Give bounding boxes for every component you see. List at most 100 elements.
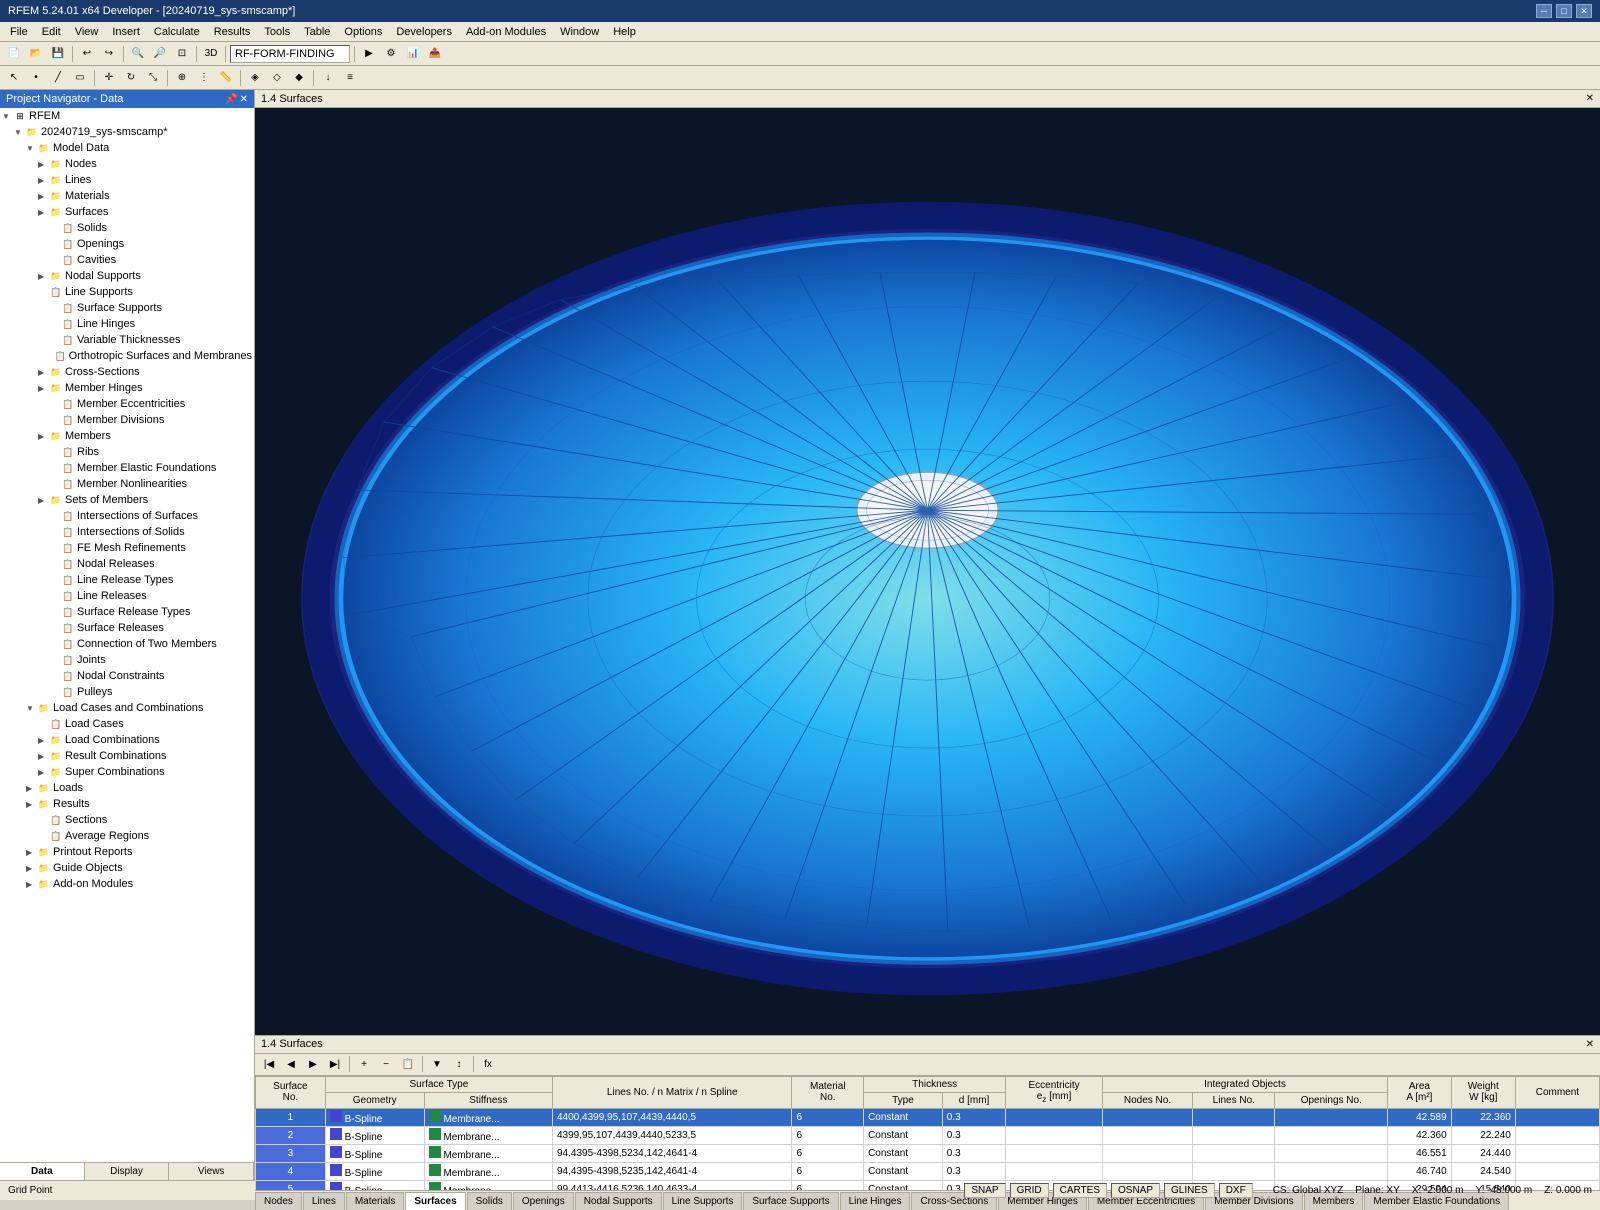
menu-addon[interactable]: Add-on Modules bbox=[460, 24, 552, 40]
nav-tab-data[interactable]: Data bbox=[0, 1163, 85, 1180]
status-snap[interactable]: SNAP bbox=[964, 1183, 1005, 1198]
status-dxf[interactable]: DXF bbox=[1219, 1183, 1253, 1198]
tree-item-surface-supports[interactable]: 📋Surface Supports bbox=[0, 300, 254, 316]
expand-icon-add-on-modules[interactable]: ▶ bbox=[26, 880, 36, 889]
nav-close-button[interactable]: ✕ bbox=[240, 94, 248, 105]
status-cartes[interactable]: CARTES bbox=[1053, 1183, 1107, 1198]
tree-item-member-nonlinearities[interactable]: 📋Member Nonlinearities bbox=[0, 476, 254, 492]
expand-icon-member-hinges[interactable]: ▶ bbox=[38, 384, 48, 393]
status-grid[interactable]: GRID bbox=[1010, 1183, 1049, 1198]
tree-item-member-hinges[interactable]: ▶📁Member Hinges bbox=[0, 380, 254, 396]
menu-results[interactable]: Results bbox=[208, 24, 257, 40]
tree-item-loads[interactable]: ▶📁Loads bbox=[0, 780, 254, 796]
tb-settings[interactable]: ⚙ bbox=[381, 44, 401, 64]
tree-item-members[interactable]: ▶📁Members bbox=[0, 428, 254, 444]
tb-new[interactable]: 📄 bbox=[4, 44, 24, 64]
tree-item-connection-two[interactable]: 📋Connection of Two Members bbox=[0, 636, 254, 652]
tb2-result[interactable]: ≡ bbox=[340, 68, 360, 88]
expand-icon-result-combinations[interactable]: ▶ bbox=[38, 752, 48, 761]
bottom-tab-openings[interactable]: Openings bbox=[513, 1192, 574, 1210]
ttb-last[interactable]: ▶| bbox=[325, 1054, 345, 1074]
tree-item-load-cases-comb[interactable]: ▼📁Load Cases and Combinations bbox=[0, 700, 254, 716]
ttb-fx[interactable]: fx bbox=[478, 1054, 498, 1074]
tree-item-solids[interactable]: 📋Solids bbox=[0, 220, 254, 236]
tree-item-openings[interactable]: 📋Openings bbox=[0, 236, 254, 252]
expand-icon-load-cases-comb[interactable]: ▼ bbox=[26, 704, 36, 713]
tree-item-cross-sections[interactable]: ▶📁Cross-Sections bbox=[0, 364, 254, 380]
tb2-move[interactable]: ✛ bbox=[99, 68, 119, 88]
expand-icon-materials[interactable]: ▶ bbox=[38, 192, 48, 201]
menu-options[interactable]: Options bbox=[338, 24, 388, 40]
tb-run[interactable]: ▶ bbox=[359, 44, 379, 64]
tb2-load[interactable]: ↓ bbox=[318, 68, 338, 88]
tree-item-average-regions[interactable]: 📋Average Regions bbox=[0, 828, 254, 844]
ttb-next[interactable]: ▶ bbox=[303, 1054, 323, 1074]
tree-item-surfaces[interactable]: ▶📁Surfaces bbox=[0, 204, 254, 220]
tree-item-super-combinations[interactable]: ▶📁Super Combinations bbox=[0, 764, 254, 780]
ttb-sort[interactable]: ↕ bbox=[449, 1054, 469, 1074]
tb-undo[interactable]: ↩ bbox=[77, 44, 97, 64]
ttb-prev[interactable]: ◀ bbox=[281, 1054, 301, 1074]
tb2-measure[interactable]: 📏 bbox=[216, 68, 236, 88]
tree-item-sections[interactable]: 📋Sections bbox=[0, 812, 254, 828]
tree-item-nodes[interactable]: ▶📁Nodes bbox=[0, 156, 254, 172]
tree-item-intersections-surfaces[interactable]: 📋Intersections of Surfaces bbox=[0, 508, 254, 524]
table-row[interactable]: 2 B-Spline Membrane...4399,95,107,4439,4… bbox=[256, 1126, 1600, 1144]
expand-icon-cross-sections[interactable]: ▶ bbox=[38, 368, 48, 377]
tb2-surface[interactable]: ▭ bbox=[70, 68, 90, 88]
expand-icon-lines[interactable]: ▶ bbox=[38, 176, 48, 185]
ttb-first[interactable]: |◀ bbox=[259, 1054, 279, 1074]
tree-item-lines[interactable]: ▶📁Lines bbox=[0, 172, 254, 188]
expand-icon-guide-objects[interactable]: ▶ bbox=[26, 864, 36, 873]
tree-item-rfem[interactable]: ▼⊞RFEM bbox=[0, 108, 254, 124]
expand-icon-project[interactable]: ▼ bbox=[14, 128, 24, 137]
expand-icon-sets-of-members[interactable]: ▶ bbox=[38, 496, 48, 505]
table-row[interactable]: 1 B-Spline Membrane...4400,4399,95,107,4… bbox=[256, 1108, 1600, 1126]
expand-icon-nodes[interactable]: ▶ bbox=[38, 160, 48, 169]
menu-calculate[interactable]: Calculate bbox=[148, 24, 206, 40]
tree-item-nodal-supports[interactable]: ▶📁Nodal Supports bbox=[0, 268, 254, 284]
tb2-shade[interactable]: ◆ bbox=[289, 68, 309, 88]
tree-item-materials[interactable]: ▶📁Materials bbox=[0, 188, 254, 204]
tree-item-pulleys[interactable]: 📋Pulleys bbox=[0, 684, 254, 700]
maximize-button[interactable]: □ bbox=[1556, 4, 1572, 18]
close-button[interactable]: ✕ bbox=[1576, 4, 1592, 18]
bottom-tab-nodes[interactable]: Nodes bbox=[255, 1192, 302, 1210]
menu-file[interactable]: File bbox=[4, 24, 34, 40]
tree-item-printout-reports[interactable]: ▶📁Printout Reports bbox=[0, 844, 254, 860]
tb-zoom-all[interactable]: ⊡ bbox=[172, 44, 192, 64]
expand-icon-printout-reports[interactable]: ▶ bbox=[26, 848, 36, 857]
tb-export[interactable]: 📤 bbox=[425, 44, 445, 64]
tree-item-load-combinations[interactable]: ▶📁Load Combinations bbox=[0, 732, 254, 748]
tree-item-member-divisions[interactable]: 📋Member Divisions bbox=[0, 412, 254, 428]
bottom-tab-lines[interactable]: Lines bbox=[303, 1192, 345, 1210]
tb2-line[interactable]: ╱ bbox=[48, 68, 68, 88]
tree-item-model-data[interactable]: ▼📁Model Data bbox=[0, 140, 254, 156]
tree-item-ribs[interactable]: 📋Ribs bbox=[0, 444, 254, 460]
tb2-node[interactable]: • bbox=[26, 68, 46, 88]
bottom-tab-nodal-supports[interactable]: Nodal Supports bbox=[575, 1192, 662, 1210]
menu-developers[interactable]: Developers bbox=[390, 24, 458, 40]
tree-item-variable-thicknesses[interactable]: 📋Variable Thicknesses bbox=[0, 332, 254, 348]
tb2-snap[interactable]: ⊕ bbox=[172, 68, 192, 88]
tree-item-guide-objects[interactable]: ▶📁Guide Objects bbox=[0, 860, 254, 876]
tb2-rotate[interactable]: ↻ bbox=[121, 68, 141, 88]
tb2-wire[interactable]: ◇ bbox=[267, 68, 287, 88]
tree-item-results[interactable]: ▶📁Results bbox=[0, 796, 254, 812]
tb2-render[interactable]: ◈ bbox=[245, 68, 265, 88]
tree-item-project[interactable]: ▼📁20240719_sys-smscamp* bbox=[0, 124, 254, 140]
tb2-select[interactable]: ↖ bbox=[4, 68, 24, 88]
tb-redo[interactable]: ↪ bbox=[99, 44, 119, 64]
tree-item-load-cases[interactable]: 📋Load Cases bbox=[0, 716, 254, 732]
ttb-filter[interactable]: ▼ bbox=[427, 1054, 447, 1074]
minimize-button[interactable]: ─ bbox=[1536, 4, 1552, 18]
tree-item-result-combinations[interactable]: ▶📁Result Combinations bbox=[0, 748, 254, 764]
expand-icon-rfem[interactable]: ▼ bbox=[2, 112, 12, 121]
expand-icon-model-data[interactable]: ▼ bbox=[26, 144, 36, 153]
tree-item-orthotropic[interactable]: 📋Orthotropic Surfaces and Membranes bbox=[0, 348, 254, 364]
tree-item-nodal-constraints[interactable]: 📋Nodal Constraints bbox=[0, 668, 254, 684]
tree-item-nodal-releases[interactable]: 📋Nodal Releases bbox=[0, 556, 254, 572]
tree-item-sets-of-members[interactable]: ▶📁Sets of Members bbox=[0, 492, 254, 508]
menu-insert[interactable]: Insert bbox=[106, 24, 146, 40]
tree-item-surface-release-types[interactable]: 📋Surface Release Types bbox=[0, 604, 254, 620]
